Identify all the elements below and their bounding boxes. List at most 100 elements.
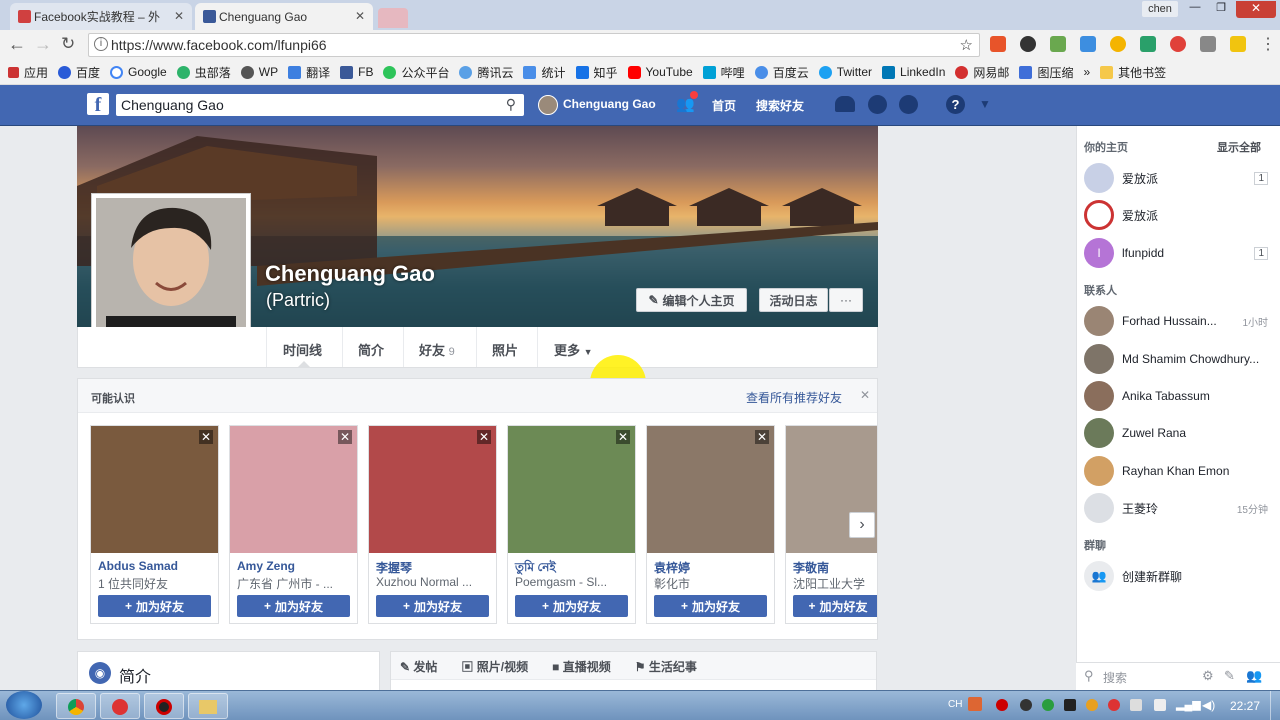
person-photo[interactable]: [369, 426, 496, 553]
network-icon[interactable]: ▂▄▆: [1176, 698, 1201, 711]
window-user-badge[interactable]: chen: [1142, 1, 1178, 17]
language-indicator[interactable]: CH: [948, 699, 962, 710]
tray-icon[interactable]: [1020, 699, 1032, 711]
bookmark-item[interactable]: WP: [240, 65, 278, 79]
contact-item[interactable]: 王菱玲 15分钟: [1084, 493, 1268, 523]
show-desktop-button[interactable]: [1270, 691, 1280, 720]
contact-item[interactable]: Forhad Hussain... 1小时: [1084, 306, 1268, 336]
nav-home[interactable]: 首页: [712, 97, 736, 114]
suggestion-card[interactable]: ✕ 袁梓婷 彰化市 + 加为好友: [646, 425, 775, 624]
extension-icon[interactable]: [1200, 36, 1216, 52]
person-photo[interactable]: [647, 426, 774, 553]
gear-icon[interactable]: ⚙: [1202, 668, 1214, 684]
extension-icon[interactable]: [1050, 36, 1066, 52]
group-icon[interactable]: 👥: [1246, 668, 1262, 684]
tray-icon[interactable]: [1130, 699, 1142, 711]
forward-icon[interactable]: →: [34, 34, 52, 55]
composer-photo-tab[interactable]: ▣ 照片/视频: [461, 658, 528, 675]
close-icon[interactable]: ✕: [860, 388, 870, 402]
bookmarks-more[interactable]: »: [1083, 65, 1090, 79]
tray-icon[interactable]: [1108, 699, 1120, 711]
add-friend-button[interactable]: + 加为好友: [376, 595, 489, 617]
contact-item[interactable]: Zuwel Rana: [1084, 418, 1268, 448]
bookmark-item[interactable]: 应用: [8, 64, 48, 81]
start-button[interactable]: [6, 691, 42, 719]
clock[interactable]: 22:27: [1230, 699, 1260, 713]
contact-item[interactable]: Md Shamim Chowdhury...: [1084, 344, 1268, 374]
bookmark-item[interactable]: 百度: [58, 64, 100, 81]
bookmark-item[interactable]: 知乎: [575, 64, 618, 81]
new-tab-button[interactable]: [378, 8, 408, 28]
taskbar-chrome[interactable]: [56, 693, 96, 719]
composer-live-tab[interactable]: ■ 直播视频: [552, 658, 611, 675]
suggestion-card[interactable]: ✕ তুমি নেই Poemgasm - Sl... + 加为好友: [507, 425, 636, 624]
add-friend-button[interactable]: + 加为好友: [515, 595, 628, 617]
compose-icon[interactable]: ✎: [1224, 668, 1235, 684]
tray-icon[interactable]: [968, 697, 982, 711]
tray-icon[interactable]: [1154, 699, 1166, 711]
create-group-item[interactable]: 👥 创建新群聊: [1084, 561, 1268, 591]
bookmark-item[interactable]: 腾讯云: [459, 64, 513, 81]
extension-icon[interactable]: [1110, 36, 1126, 52]
close-icon[interactable]: ✕: [477, 430, 491, 444]
bookmark-item[interactable]: Google: [110, 65, 167, 79]
close-icon[interactable]: ✕: [338, 430, 352, 444]
tray-icon[interactable]: [1064, 699, 1076, 711]
nav-find-friends[interactable]: 搜索好友: [756, 97, 804, 114]
avatar[interactable]: [538, 95, 558, 115]
add-friend-button[interactable]: + 加为好友: [793, 595, 877, 617]
back-icon[interactable]: ←: [8, 34, 26, 55]
person-photo[interactable]: [508, 426, 635, 553]
taskbar-explorer[interactable]: [188, 693, 228, 719]
info-icon[interactable]: i: [94, 37, 108, 51]
edit-profile-button[interactable]: ✎ 编辑个人主页: [636, 288, 747, 312]
extension-icon[interactable]: [990, 36, 1006, 52]
search-input[interactable]: Chenguang Gao ⚲: [116, 94, 524, 116]
page-item[interactable]: 爱放派: [1084, 200, 1268, 230]
bookmark-item[interactable]: YouTube: [627, 65, 693, 79]
bookmark-item[interactable]: 翻译: [288, 64, 330, 81]
person-name[interactable]: Abdus Samad: [98, 559, 178, 573]
close-icon[interactable]: ✕: [199, 430, 213, 444]
suggestion-card[interactable]: ✕ Amy Zeng 广东省 广州市 - ... + 加为好友: [229, 425, 358, 624]
bookmark-item[interactable]: 虫部落: [176, 64, 231, 81]
help-icon[interactable]: ?: [946, 95, 965, 114]
bookmark-item[interactable]: 公众平台: [383, 64, 449, 81]
composer-life-event-tab[interactable]: ⚑ 生活纪事: [635, 658, 697, 675]
taskbar-app[interactable]: [144, 693, 184, 719]
suggestion-card[interactable]: ✕ 李握琴 Xuzhou Normal ... + 加为好友: [368, 425, 497, 624]
extension-icon[interactable]: [1140, 36, 1156, 52]
tray-icon[interactable]: [1042, 699, 1054, 711]
person-photo[interactable]: [91, 426, 218, 553]
taskbar-app[interactable]: [100, 693, 140, 719]
chat-search-input[interactable]: 搜索: [1103, 669, 1127, 686]
close-icon[interactable]: ✕: [174, 9, 184, 23]
bookmark-item[interactable]: FB: [340, 65, 373, 79]
close-icon[interactable]: ✕: [755, 430, 769, 444]
more-options-button[interactable]: ···: [829, 288, 863, 312]
extension-icon[interactable]: [1230, 36, 1246, 52]
activity-log-button[interactable]: 活动日志: [759, 288, 828, 312]
composer-post-tab[interactable]: ✎ 发帖: [400, 658, 437, 675]
add-friend-button[interactable]: + 加为好友: [98, 595, 211, 617]
messenger-icon[interactable]: [868, 95, 887, 114]
other-bookmarks[interactable]: 其他书签: [1100, 64, 1166, 81]
restore-button[interactable]: ❐: [1210, 1, 1232, 17]
tab-photos[interactable]: 照片: [492, 340, 518, 359]
extension-icon[interactable]: [1170, 36, 1186, 52]
chevron-down-icon[interactable]: ▼: [979, 97, 991, 111]
search-icon[interactable]: ⚲: [506, 96, 516, 113]
tab-about[interactable]: 简介: [358, 340, 384, 359]
profile-link[interactable]: Chenguang Gao: [563, 97, 656, 111]
person-name[interactable]: 李握琴: [376, 559, 412, 576]
extension-icon[interactable]: [1020, 36, 1036, 52]
bookmark-item[interactable]: 网易邮: [955, 64, 1009, 81]
page-item[interactable]: I lfunpidd 1: [1084, 238, 1268, 268]
tab-more[interactable]: 更多 ▼: [554, 340, 593, 359]
volume-icon[interactable]: ◀): [1202, 698, 1215, 712]
tray-icon[interactable]: [996, 699, 1008, 711]
tray-icon[interactable]: [1086, 699, 1098, 711]
person-name[interactable]: 袁梓婷: [654, 559, 690, 576]
bookmark-item[interactable]: 统计: [523, 64, 566, 81]
bookmark-item[interactable]: LinkedIn: [882, 65, 945, 79]
